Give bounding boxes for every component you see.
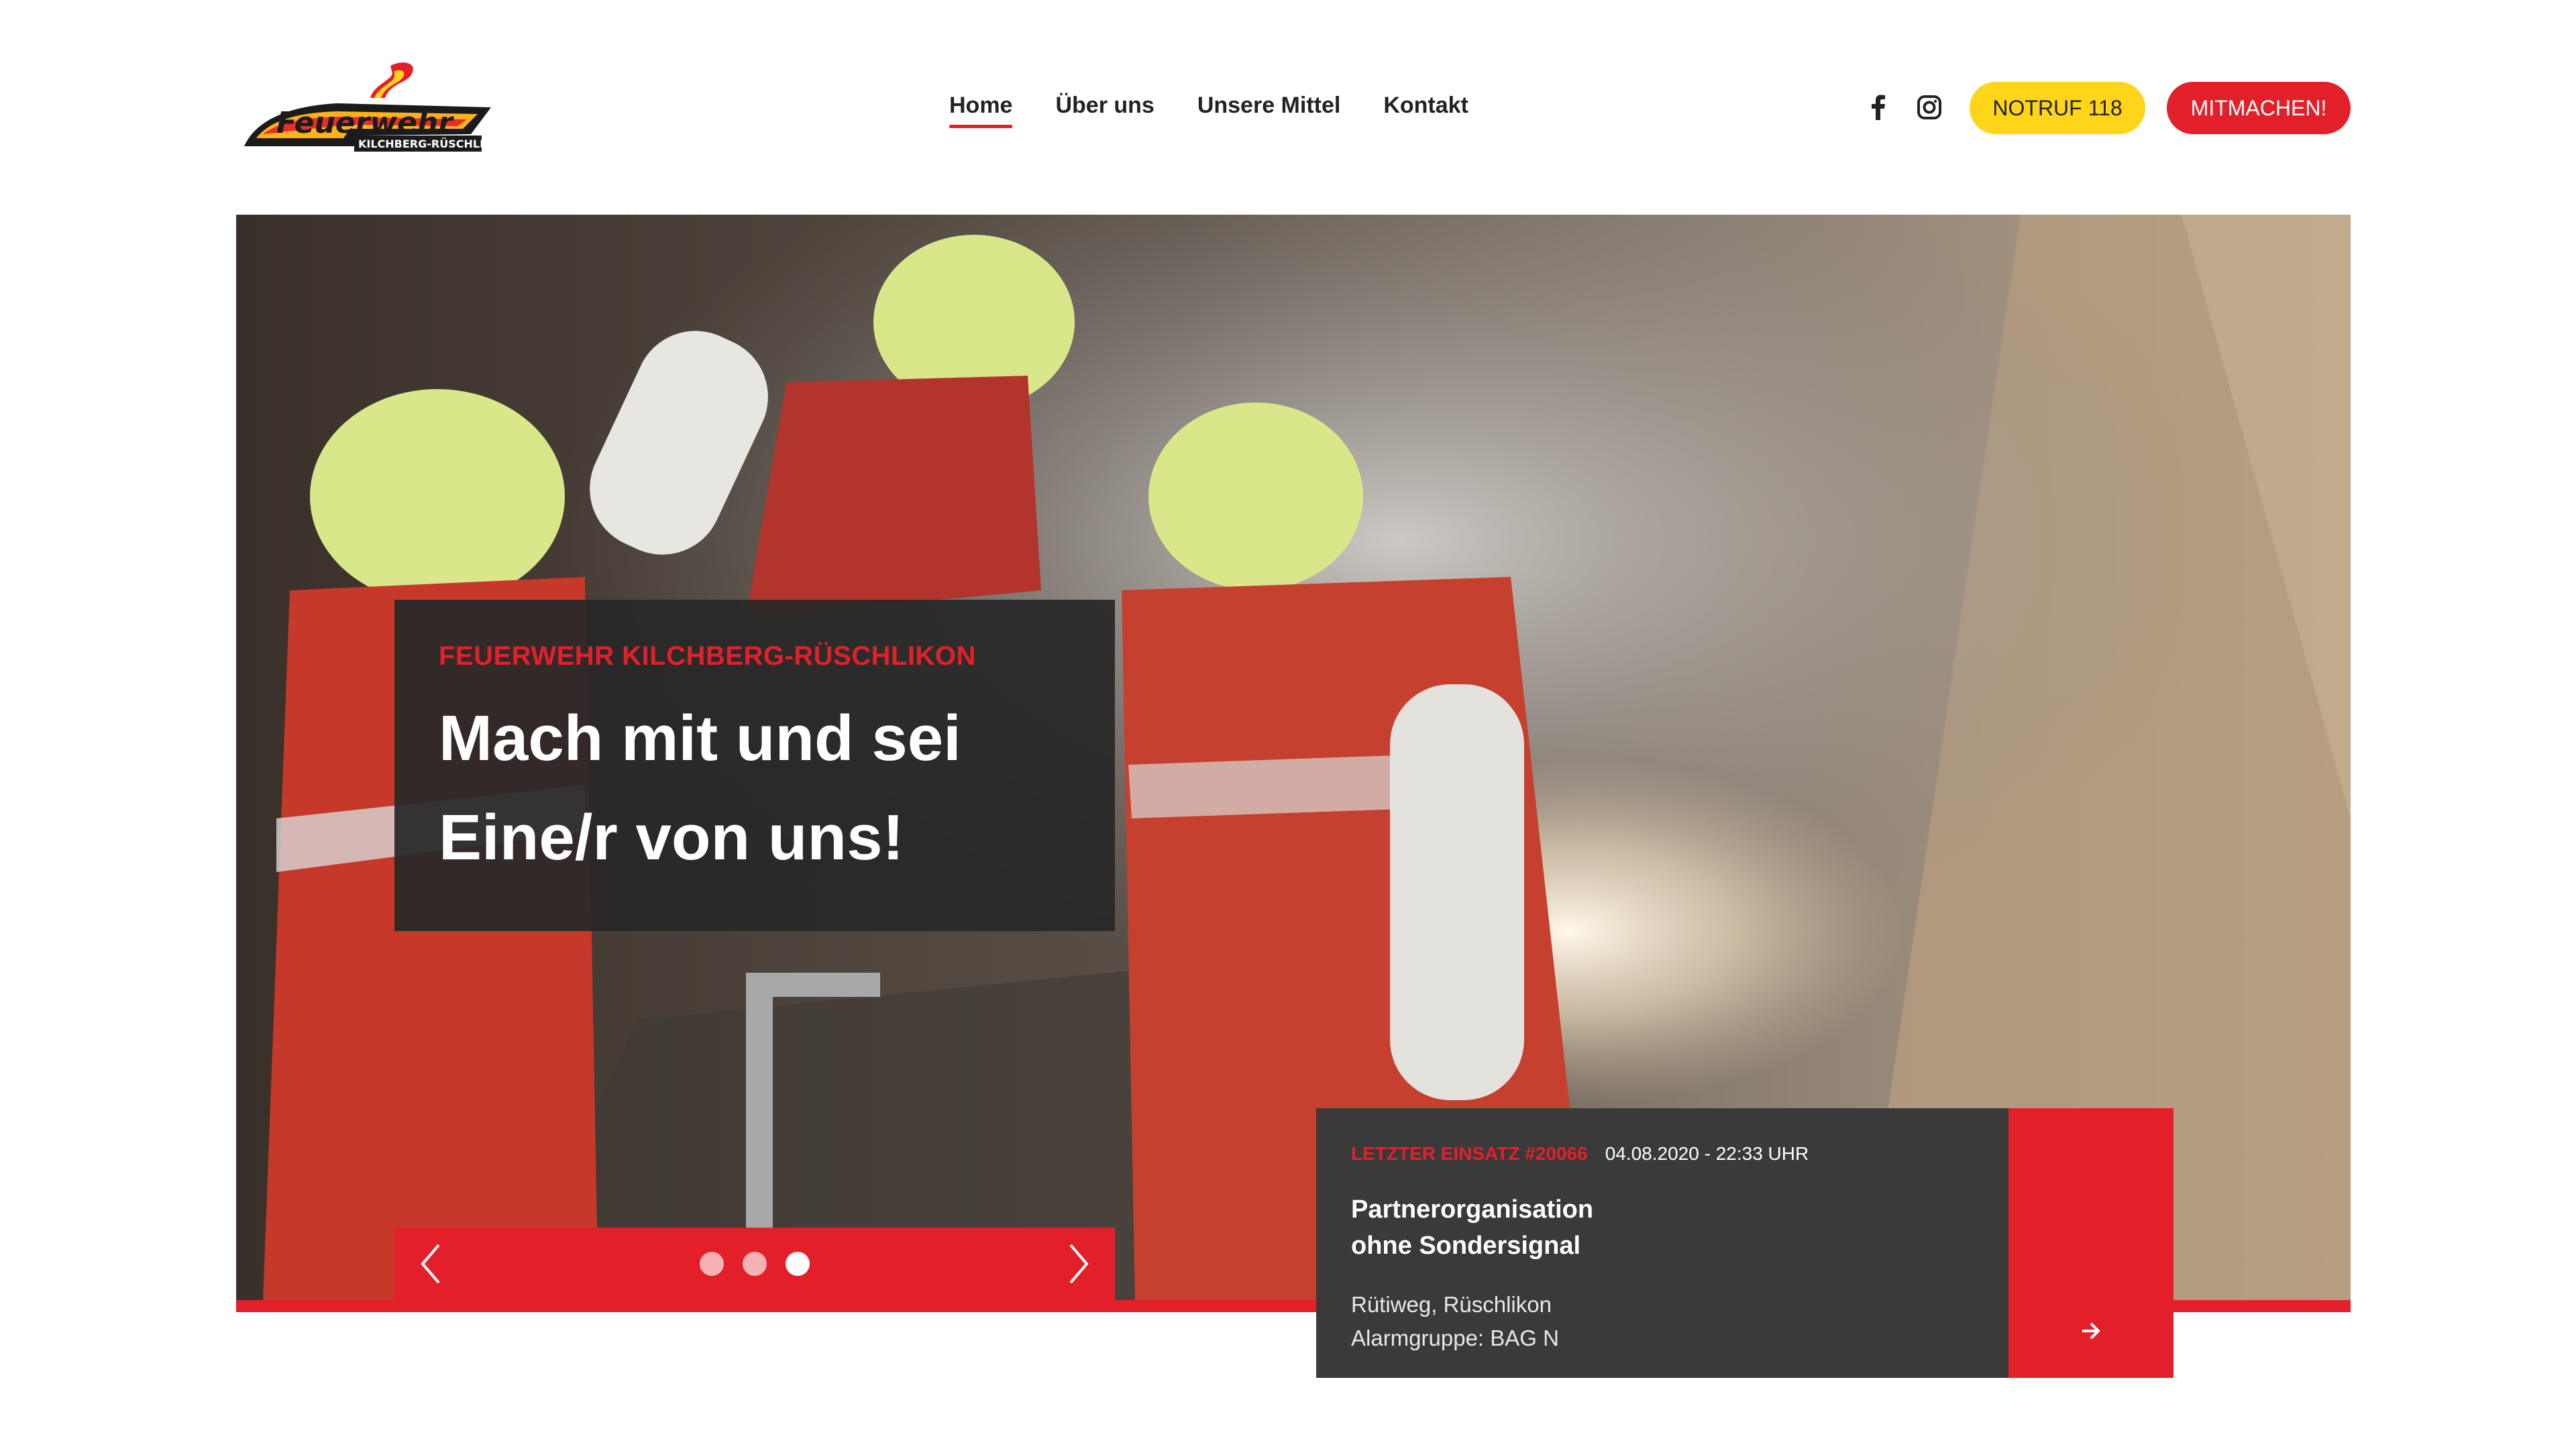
- nav-item-kontakt[interactable]: Kontakt: [1383, 93, 1468, 128]
- slider-dot-2[interactable]: [743, 1252, 767, 1276]
- logo-wordmark: Feuerwehr: [276, 106, 454, 140]
- chevron-right-icon: [1069, 1244, 1089, 1284]
- slider-dot-1[interactable]: [700, 1252, 724, 1276]
- mitmachen-button[interactable]: MITMACHEN!: [2167, 82, 2351, 134]
- chevron-left-icon: [421, 1244, 440, 1284]
- nav-item-unsere-mittel[interactable]: Unsere Mittel: [1197, 93, 1341, 128]
- instagram-icon[interactable]: [1916, 94, 1943, 121]
- einsatz-title: Partnerorganisation ohne Sondersignal: [1351, 1191, 1754, 1264]
- hero-title-line-1: Mach mit und sei: [439, 702, 961, 774]
- hero-title-line-2: Eine/r von uns!: [439, 802, 904, 873]
- hero-eyebrow: FEUERWEHR KILCHBERG-RÜSCHLIKON: [439, 641, 976, 671]
- slider-prev-button[interactable]: [416, 1240, 445, 1287]
- einsatz-alarm-group: Alarmgruppe: BAG N: [1351, 1326, 1559, 1350]
- einsatz-details: Rütiweg, Rüschlikon Alarmgruppe: BAG N: [1351, 1288, 1974, 1355]
- einsatz-arrow-button[interactable]: [2008, 1108, 2174, 1378]
- hero-card: FEUERWEHR KILCHBERG-RÜSCHLIKON Mach mit …: [394, 600, 1115, 931]
- slider-next-button[interactable]: [1064, 1240, 1093, 1287]
- nav-item-ueber-uns[interactable]: Über uns: [1055, 93, 1154, 128]
- slider-controls: [394, 1228, 1115, 1300]
- einsatz-body: LETZTER EINSATZ #20066 04.08.2020 - 22:3…: [1316, 1108, 2008, 1378]
- main-nav: Home Über uns Unsere Mittel Kontakt: [949, 93, 1468, 128]
- slider-dots: [700, 1252, 810, 1276]
- slider-dot-3[interactable]: [786, 1252, 810, 1276]
- social-links: [1865, 94, 1943, 121]
- arrow-right-icon: [2082, 1322, 2100, 1340]
- notruf-button[interactable]: NOTRUF 118: [1970, 82, 2145, 134]
- last-einsatz-card[interactable]: LETZTER EINSATZ #20066 04.08.2020 - 22:3…: [1316, 1108, 2174, 1378]
- facebook-icon[interactable]: [1865, 94, 1892, 121]
- logo-subtitle: KILCHBERG-RÜSCHLIKON: [358, 138, 499, 150]
- nav-item-home[interactable]: Home: [949, 93, 1013, 128]
- einsatz-meta: LETZTER EINSATZ #20066 04.08.2020 - 22:3…: [1351, 1143, 1974, 1165]
- feuerwehr-logo[interactable]: Feuerwehr KILCHBERG-RÜSCHLIKON: [236, 59, 510, 158]
- hero-title: Mach mit und sei Eine/r von uns!: [439, 689, 1071, 888]
- einsatz-datetime: 04.08.2020 - 22:33 UHR: [1605, 1143, 1809, 1164]
- einsatz-label: LETZTER EINSATZ #20066: [1351, 1143, 1588, 1164]
- einsatz-title-line-1: Partnerorganisation: [1351, 1195, 1594, 1224]
- einsatz-title-line-2: ohne Sondersignal: [1351, 1232, 1581, 1260]
- einsatz-location: Rütiweg, Rüschlikon: [1351, 1292, 1552, 1317]
- logo-graphic: Feuerwehr KILCHBERG-RÜSCHLIKON: [244, 62, 510, 152]
